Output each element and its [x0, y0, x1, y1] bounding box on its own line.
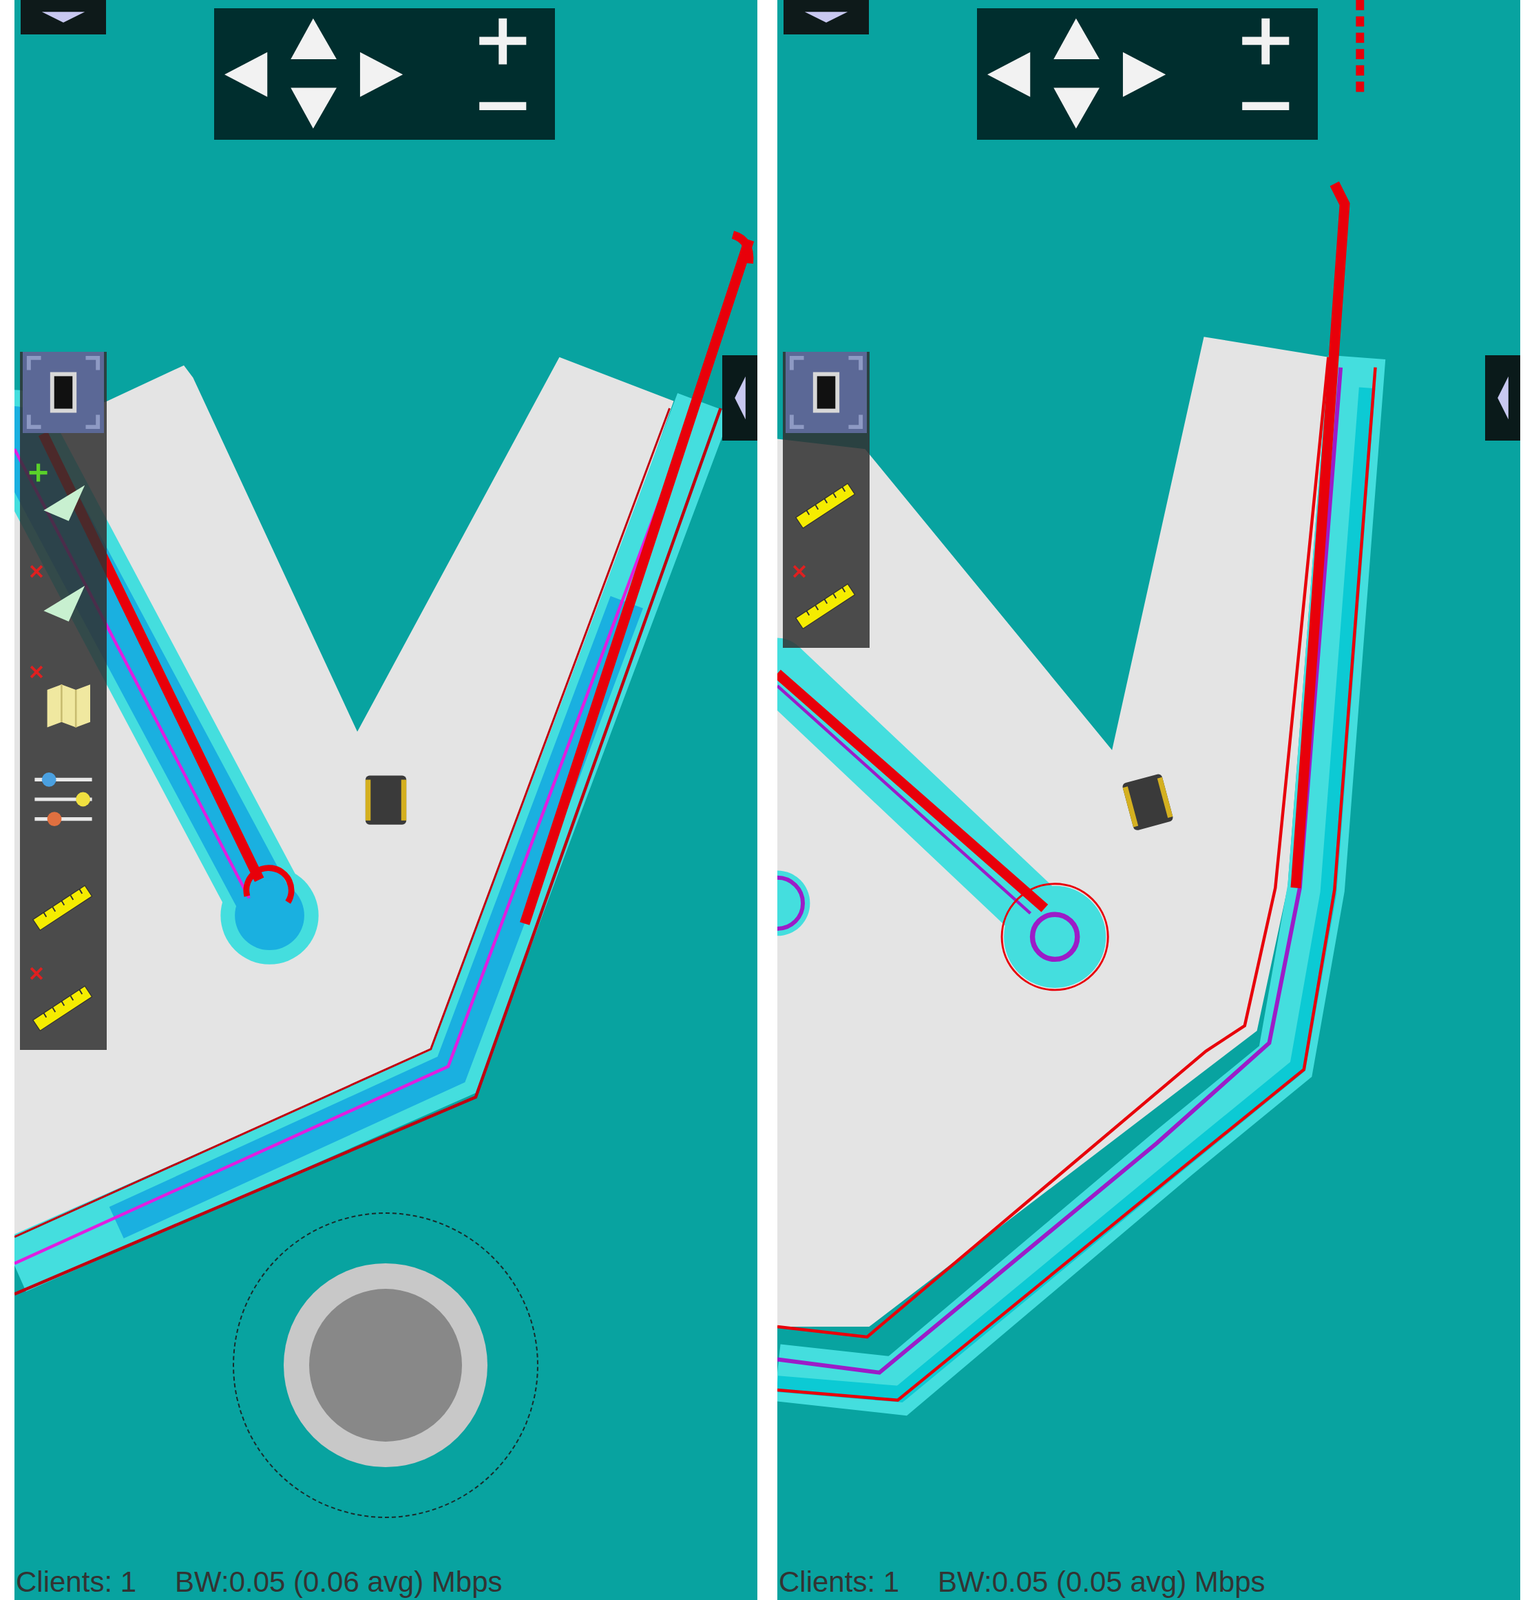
zoom-out-icon[interactable]: [1242, 101, 1289, 111]
clients-count: Clients: 1: [15, 1564, 137, 1600]
robot: [365, 775, 407, 825]
pan-up-icon[interactable]: [290, 18, 337, 60]
robot: [1121, 773, 1174, 832]
ruler-icon: [790, 461, 863, 534]
zoom-out-icon[interactable]: [479, 101, 527, 111]
fullscreen-tool[interactable]: [785, 351, 867, 434]
zoom-in-icon[interactable]: [1242, 18, 1289, 65]
fullscreen-tool[interactable]: [22, 351, 104, 434]
pan-left-icon[interactable]: [987, 52, 1031, 98]
pan-up-icon[interactable]: [1053, 18, 1100, 60]
pan-zoom-controls[interactable]: [976, 8, 1318, 140]
remove-ruler-icon: [27, 964, 100, 1037]
pan-zoom-controls[interactable]: [214, 8, 555, 140]
side-panel-tab[interactable]: [1485, 355, 1521, 441]
dropdown-arrow-icon: [35, 8, 91, 27]
fullscreen-icon: [785, 351, 867, 434]
pan-right-icon[interactable]: [1122, 52, 1166, 98]
clients-count: Clients: 1: [778, 1564, 900, 1600]
status-bar: Clients: 1 BW:0.05 (0.05 avg) Mbps: [777, 1564, 1521, 1600]
remove-pose-tool[interactable]: [27, 562, 100, 635]
expand-left-icon: [1494, 370, 1512, 426]
ruler-icon: [27, 864, 100, 936]
tool-bar: [782, 351, 870, 648]
side-panel-tab[interactable]: [722, 355, 758, 441]
fullscreen-icon: [22, 351, 104, 434]
menu-dropdown-button[interactable]: [783, 0, 869, 35]
remove-map-icon: [27, 663, 100, 735]
add-pose-icon: [27, 461, 100, 534]
map-canvas[interactable]: [777, 0, 1521, 1562]
add-pose-tool[interactable]: [27, 461, 100, 534]
occupancy-map[interactable]: [777, 0, 1521, 1562]
bandwidth: BW:0.05 (0.06 avg) Mbps: [174, 1564, 502, 1600]
remove-pose-icon: [27, 562, 100, 635]
tool-bar: [19, 351, 107, 1050]
bandwidth: BW:0.05 (0.05 avg) Mbps: [937, 1564, 1265, 1600]
ruler-tool[interactable]: [27, 864, 100, 936]
remove-ruler-tool[interactable]: [790, 562, 863, 635]
settings-tool[interactable]: [27, 763, 100, 836]
status-bar: Clients: 1 BW:0.05 (0.06 avg) Mbps: [14, 1564, 758, 1600]
pan-down-icon[interactable]: [290, 87, 337, 129]
ruler-tool[interactable]: [790, 461, 863, 534]
pan-right-icon[interactable]: [360, 52, 403, 98]
settings-icon: [27, 763, 100, 836]
remove-map-tool[interactable]: [27, 663, 100, 735]
dropdown-arrow-icon: [798, 8, 854, 27]
remove-ruler-tool[interactable]: [27, 964, 100, 1037]
joystick[interactable]: [232, 1212, 539, 1519]
map-view[interactable]: Clients: 1 BW:0.05 (0.06 avg) Mbps: [14, 0, 758, 1600]
menu-dropdown-button[interactable]: [20, 0, 107, 35]
pan-left-icon[interactable]: [224, 52, 268, 98]
map-view[interactable]: Clients: 1 BW:0.05 (0.05 avg) Mbps: [777, 0, 1521, 1600]
zoom-in-icon[interactable]: [479, 18, 527, 65]
remove-ruler-icon: [790, 562, 863, 635]
expand-left-icon: [731, 370, 750, 426]
joystick-knob[interactable]: [283, 1263, 488, 1468]
pan-down-icon[interactable]: [1053, 87, 1100, 129]
